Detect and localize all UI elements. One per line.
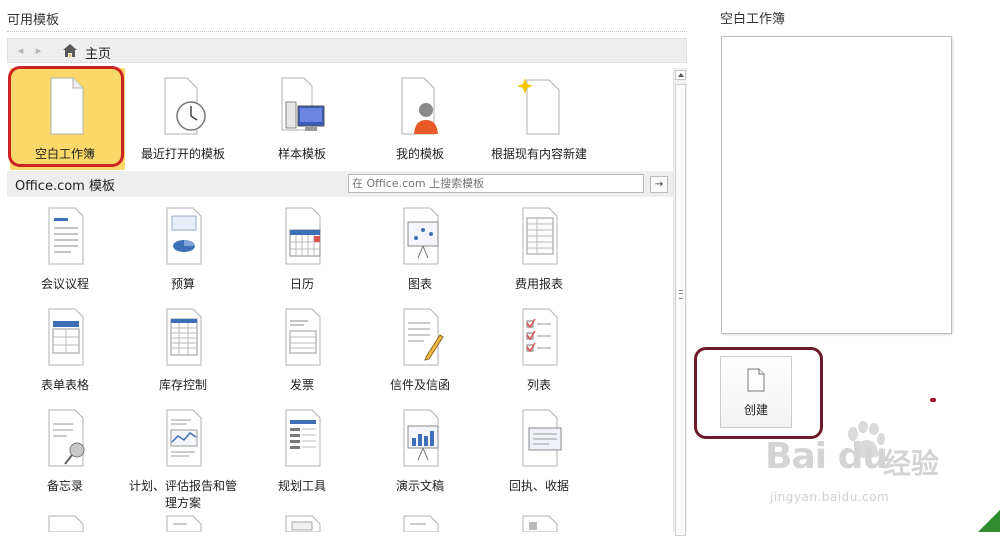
template-label: 会议议程 [40, 277, 89, 291]
breadcrumb-home[interactable]: 主页 [85, 43, 111, 62]
person-document-icon [401, 77, 438, 135]
template-label: 表单表格 [40, 378, 89, 392]
template-label: 我的模板 [395, 147, 444, 161]
template-label-line2: 理方案 [164, 496, 201, 510]
annotation-dot [930, 398, 936, 402]
receipt-document-icon [522, 409, 562, 467]
title-divider [7, 31, 687, 32]
watermark-cn: 经验 [883, 447, 940, 480]
template-label: 样本模板 [277, 147, 326, 161]
memo-pin-icon [48, 409, 85, 467]
template-label: 最近打开的模板 [140, 147, 225, 161]
preview-title: 空白工作簿 [720, 12, 786, 27]
template-label: 根据现有内容新建 [490, 147, 587, 161]
template-label: 规划工具 [277, 479, 326, 493]
office-templates-title: Office.com 模板 [15, 179, 115, 194]
document-icon [285, 515, 321, 532]
template-label: 备忘录 [46, 479, 83, 493]
planner-document-icon [285, 409, 321, 467]
office-templates-bar: Office.com 模板 → [7, 171, 673, 197]
template-label: 日历 [289, 277, 314, 291]
blank-document-icon [50, 77, 84, 135]
calendar-document-icon [285, 207, 321, 265]
template-label: 空白工作簿 [34, 147, 95, 161]
template-label: 列表 [526, 378, 551, 392]
form-document-icon [48, 308, 84, 366]
available-templates-title: 可用模板 [7, 13, 60, 28]
scroll-up-button[interactable] [675, 70, 686, 80]
document-icon [166, 515, 202, 532]
plan-chart-document-icon [166, 409, 202, 467]
breadcrumb-bar: ◂ ▸ 主页 [7, 38, 687, 63]
budget-document-icon [166, 207, 202, 265]
template-scrollbar[interactable] [673, 68, 687, 536]
home-icon[interactable] [62, 43, 78, 58]
document-icon [522, 515, 558, 532]
chart-easel-icon [403, 207, 439, 265]
scroll-thumb[interactable] [675, 84, 686, 536]
template-label: 库存控制 [158, 378, 207, 392]
back-arrow-icon[interactable]: ◂ [14, 44, 27, 57]
document-icon [403, 515, 439, 532]
watermark-url: jingyan.baidu.com [770, 490, 890, 504]
template-label: 信件及信函 [389, 378, 450, 392]
corner-decoration [978, 510, 1000, 532]
scroll-grip-icon [679, 290, 683, 299]
workbook-preview [721, 36, 952, 334]
computer-document-icon [281, 77, 325, 131]
forward-arrow-icon[interactable]: ▸ [32, 44, 45, 57]
template-label: 回执、收据 [508, 479, 569, 493]
search-go-button[interactable]: → [650, 176, 668, 193]
document-icon [48, 515, 84, 532]
invoice-document-icon [285, 308, 321, 366]
watermark-brand: Bai du [765, 436, 888, 477]
inventory-document-icon [166, 308, 202, 366]
baidu-watermark: Bai du 经验 jingyan.baidu.com [765, 420, 990, 520]
template-label: 图表 [407, 277, 432, 291]
expense-report-icon [522, 207, 558, 265]
sparkle-document-icon [517, 78, 560, 135]
presentation-easel-icon [403, 409, 439, 467]
template-label: 发票 [289, 378, 314, 392]
template-label: 计划、评估报告和管 [128, 479, 237, 493]
available-templates-panel: 可用模板 ◂ ▸ 主页 空白工作簿 最近打开的模板 样本模板 我的模板 根据现有… [0, 0, 696, 536]
letter-pencil-icon [403, 308, 444, 366]
template-label: 预算 [170, 277, 195, 291]
agenda-document-icon [48, 207, 84, 265]
checklist-document-icon [522, 308, 558, 366]
office-search-input[interactable] [348, 174, 644, 193]
template-label: 费用报表 [514, 277, 563, 291]
template-label: 演示文稿 [395, 479, 444, 493]
clock-document-icon [164, 77, 206, 135]
